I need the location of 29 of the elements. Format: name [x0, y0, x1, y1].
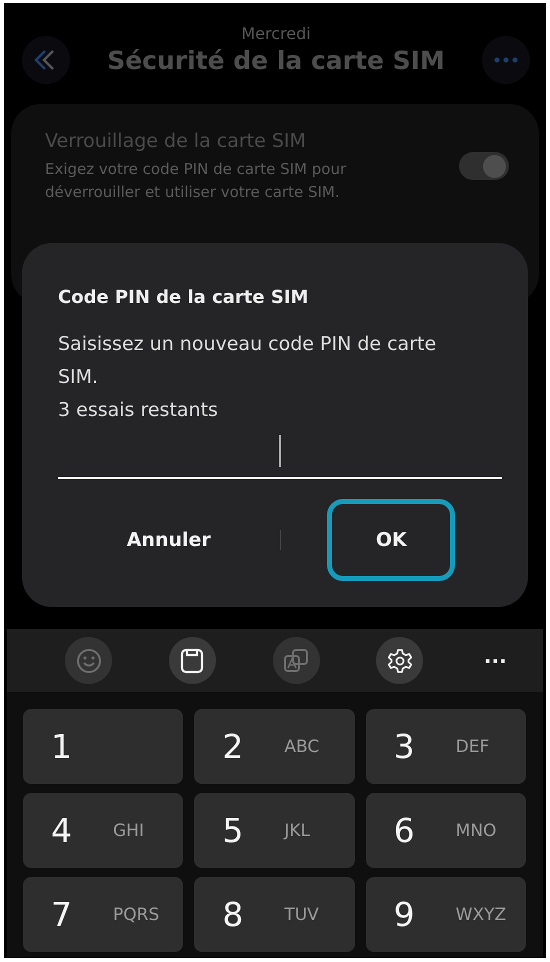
- dialog-title: Code PIN de la carte SIM: [58, 287, 310, 308]
- more-icon: [493, 57, 519, 63]
- number-key[interactable]: 8 TUV: [194, 877, 355, 952]
- number-key[interactable]: 1: [23, 709, 184, 784]
- number-key[interactable]: 9 WXYZ: [366, 877, 526, 952]
- settings-button[interactable]: [376, 637, 424, 684]
- attempts-text: 3 essais restants: [58, 398, 219, 423]
- page-title: Sécurité de la carte SIM: [107, 46, 445, 74]
- more-button[interactable]: ···: [480, 648, 511, 672]
- back-button[interactable]: [22, 36, 70, 84]
- setting-description: Exigez votre code PIN de carte SIM pour déverrouiller et utiliser votre carte SIM.: [45, 159, 348, 202]
- toggle-switch[interactable]: [459, 152, 509, 180]
- dialog-button[interactable]: Annuler: [104, 499, 233, 581]
- smiley-icon: [74, 646, 103, 674]
- number-key[interactable]: 4 GHI: [23, 793, 184, 868]
- clipboard-icon: [179, 646, 206, 674]
- settings-icon: [386, 646, 414, 674]
- number-key[interactable]: 2 ABC: [194, 709, 355, 784]
- more-options-button[interactable]: [482, 36, 530, 84]
- clipboard-button[interactable]: [168, 637, 216, 684]
- number-key[interactable]: 7 PQRS: [23, 877, 184, 952]
- number-key[interactable]: 5 JKL: [194, 793, 355, 868]
- number-key[interactable]: 3 DEF: [366, 709, 526, 784]
- number-key[interactable]: 6 MNO: [366, 793, 526, 868]
- dialog-button[interactable]: OK: [327, 499, 456, 581]
- translate-icon: [282, 646, 310, 674]
- dialog-message: Saisissez un nouveau code PIN de carte SIM.: [58, 332, 438, 390]
- setting-title: Verrouillage de la carte SIM: [45, 130, 307, 152]
- date-text: Mercredi: [241, 24, 311, 42]
